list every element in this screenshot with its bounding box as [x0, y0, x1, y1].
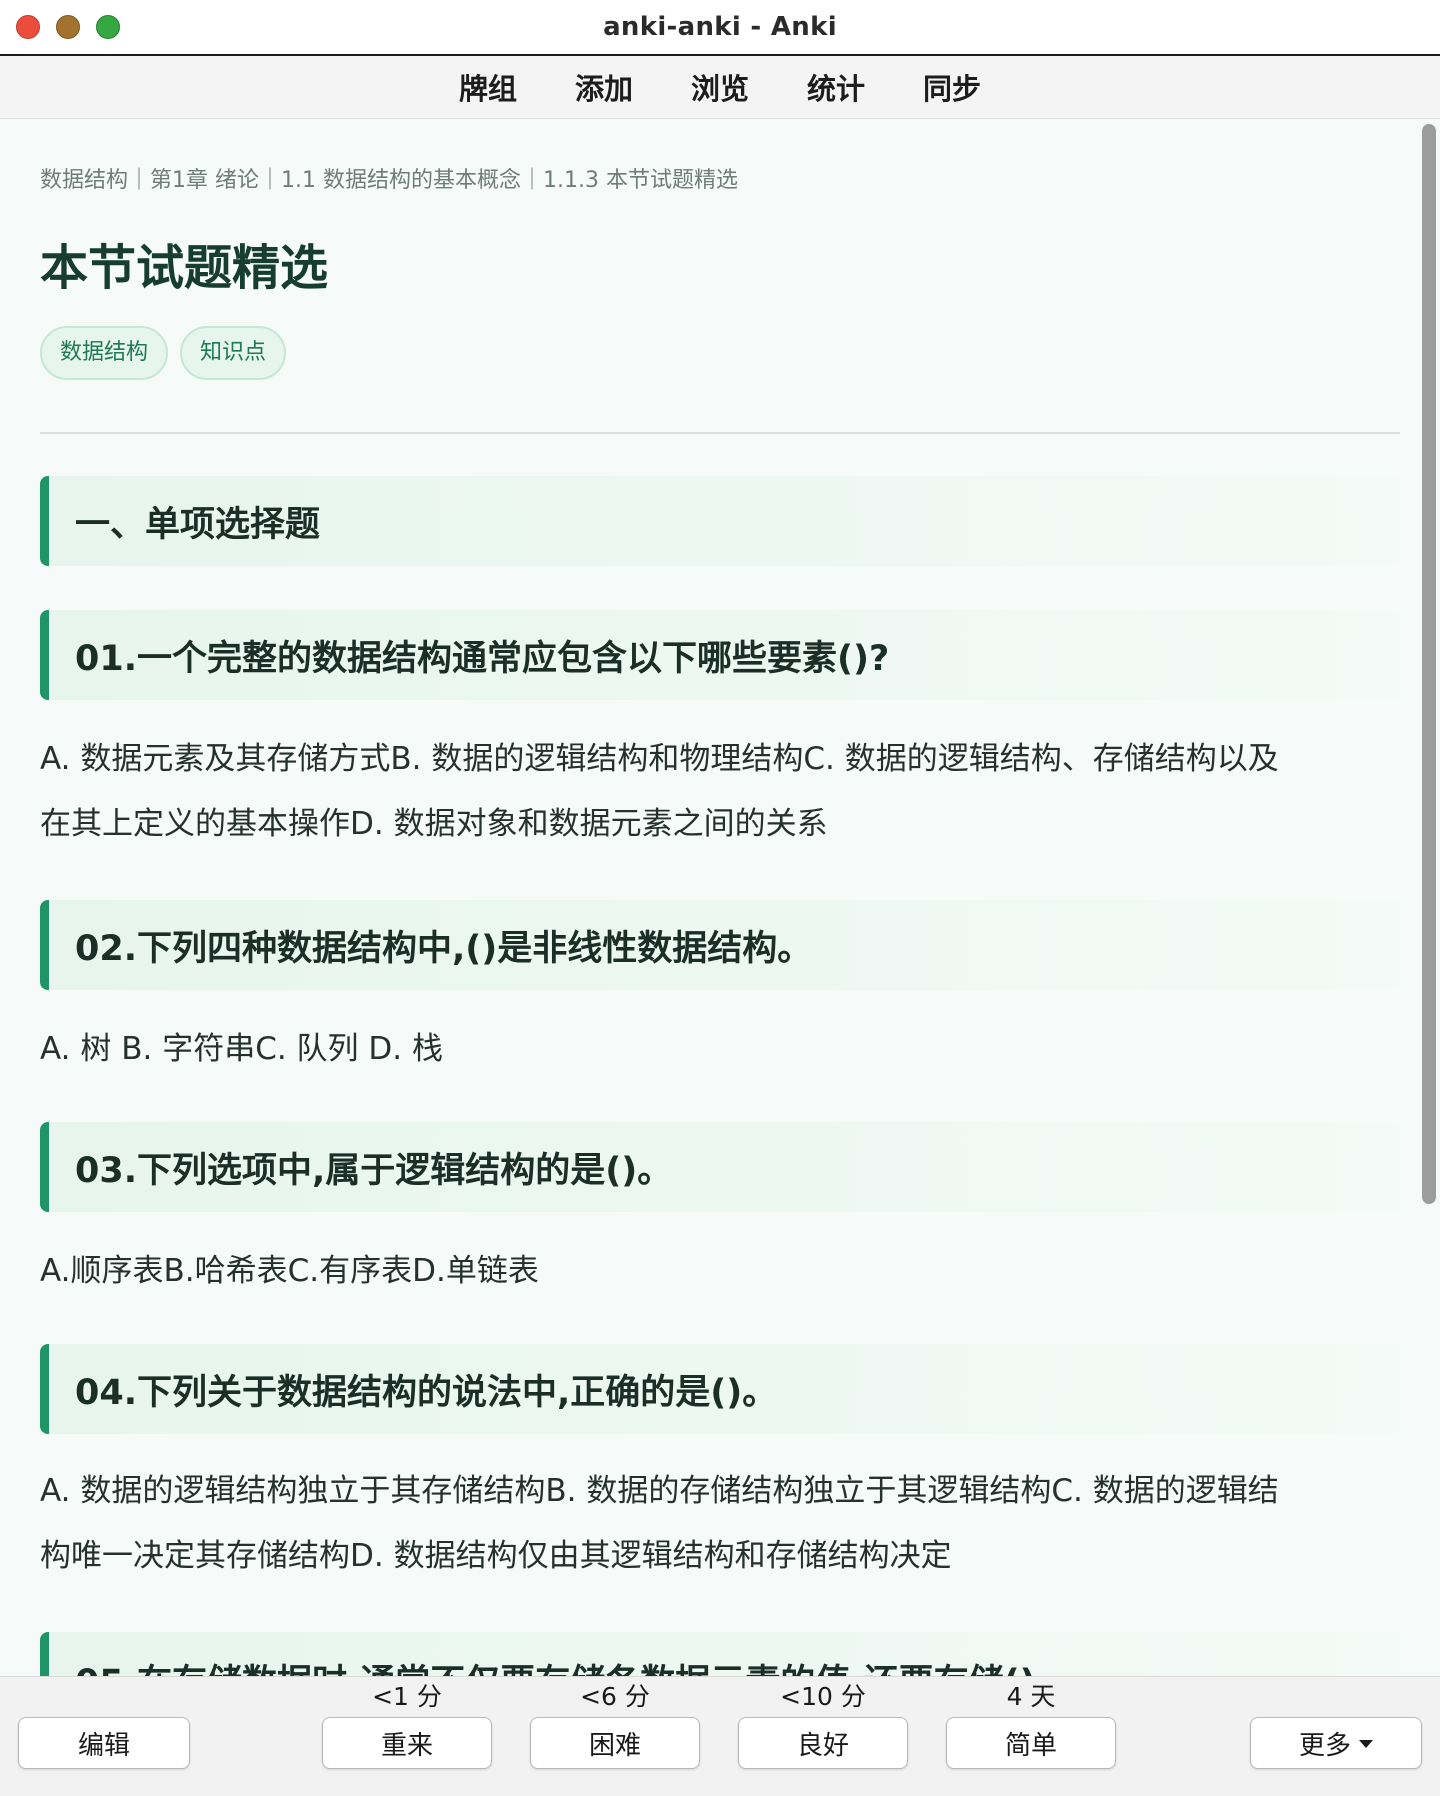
page-title: 本节试题精选	[40, 240, 329, 296]
options-line: A. 数据元素及其存储方式B. 数据的逻辑结构和物理结构C. 数据的逻辑结构、存…	[40, 741, 1279, 777]
close-window-button[interactable]	[16, 15, 40, 39]
window-title: anki-anki - Anki	[603, 12, 837, 42]
section-heading: 一、单项选择题	[40, 476, 1400, 566]
question-title: 03.下列选项中,属于逻辑结构的是()。	[75, 1150, 673, 1191]
breadcrumb: 数据结构｜第1章 绪论｜1.1 数据结构的基本概念｜1.1.3 本节试题精选	[40, 168, 738, 193]
options-line: A.顺序表B.哈希表C.有序表D.单链表	[40, 1253, 539, 1289]
title-bar: anki-anki - Anki	[0, 0, 1440, 56]
tag-data-structure: 数据结构	[40, 326, 169, 380]
question-heading-03: 03.下列选项中,属于逻辑结构的是()。	[40, 1122, 1400, 1212]
hard-interval: <6 分	[580, 1682, 650, 1711]
tag-list: 数据结构 知识点	[40, 326, 287, 380]
good-interval: <10 分	[780, 1682, 866, 1711]
question-heading-05: 05.在存储数据时,通常不仅要存储各数据元素的值,还要存储()	[40, 1632, 1400, 1676]
question-options-03: A.顺序表B.哈希表C.有序表D.单链表	[40, 1239, 1400, 1304]
question-title: 04.下列关于数据结构的说法中,正确的是()。	[75, 1372, 778, 1413]
options-line: 构唯一决定其存储结构D. 数据结构仅由其逻辑结构和存储结构决定	[40, 1538, 952, 1574]
divider	[40, 432, 1400, 434]
question-heading-02: 02.下列四种数据结构中,()是非线性数据结构。	[40, 900, 1400, 990]
question-title: 01.一个完整的数据结构通常应包含以下哪些要素()?	[75, 638, 890, 679]
more-button-label: 更多	[1298, 1730, 1351, 1761]
again-interval: <1 分	[372, 1682, 442, 1711]
anki-window: anki-anki - Anki 牌组 添加 浏览 统计 同步 数据结构｜第1章…	[0, 0, 1440, 1796]
options-line: 在其上定义的基本操作D. 数据对象和数据元素之间的关系	[40, 806, 828, 842]
easy-button[interactable]: 简单	[946, 1717, 1116, 1769]
question-heading-01: 01.一个完整的数据结构通常应包含以下哪些要素()?	[40, 610, 1400, 700]
easy-interval: 4 天	[1006, 1682, 1056, 1711]
maximize-window-button[interactable]	[96, 15, 120, 39]
card-content: 数据结构｜第1章 绪论｜1.1 数据结构的基本概念｜1.1.3 本节试题精选 本…	[0, 120, 1440, 1676]
question-title: 05.在存储数据时,通常不仅要存储各数据元素的值,还要存储()	[75, 1663, 1036, 1676]
options-line: A. 树 B. 字符串C. 队列 D. 栈	[40, 1031, 443, 1067]
options-line: A. 数据的逻辑结构独立于其存储结构B. 数据的存储结构独立于其逻辑结构C. 数…	[40, 1473, 1279, 1509]
again-button[interactable]: 重来	[322, 1717, 492, 1769]
window-controls	[16, 15, 120, 39]
answer-bar: 编辑 <1 分 重来 <6 分 困难 <10 分 良好 4 天 简单 更多	[0, 1676, 1440, 1796]
toolbar-decks[interactable]: 牌组	[459, 62, 517, 112]
content-scrollbar[interactable]	[1422, 124, 1436, 1204]
good-button[interactable]: 良好	[738, 1717, 908, 1769]
question-options-01: A. 数据元素及其存储方式B. 数据的逻辑结构和物理结构C. 数据的逻辑结构、存…	[40, 727, 1400, 857]
edit-button[interactable]: 编辑	[18, 1717, 190, 1769]
hard-button[interactable]: 困难	[530, 1717, 700, 1769]
toolbar-browse[interactable]: 浏览	[691, 62, 749, 112]
main-toolbar: 牌组 添加 浏览 统计 同步	[0, 56, 1440, 119]
tag-knowledge-point: 知识点	[180, 326, 287, 380]
more-button[interactable]: 更多	[1250, 1717, 1422, 1769]
toolbar-add[interactable]: 添加	[575, 62, 633, 112]
minimize-window-button[interactable]	[56, 15, 80, 39]
question-options-02: A. 树 B. 字符串C. 队列 D. 栈	[40, 1017, 1400, 1082]
question-title: 02.下列四种数据结构中,()是非线性数据结构。	[75, 928, 813, 969]
question-heading-04: 04.下列关于数据结构的说法中,正确的是()。	[40, 1344, 1400, 1434]
toolbar-stats[interactable]: 统计	[807, 62, 865, 112]
chevron-down-icon	[1359, 1740, 1373, 1748]
toolbar-sync[interactable]: 同步	[923, 62, 981, 112]
section-heading-text: 一、单项选择题	[75, 504, 321, 545]
question-options-04: A. 数据的逻辑结构独立于其存储结构B. 数据的存储结构独立于其逻辑结构C. 数…	[40, 1459, 1400, 1589]
